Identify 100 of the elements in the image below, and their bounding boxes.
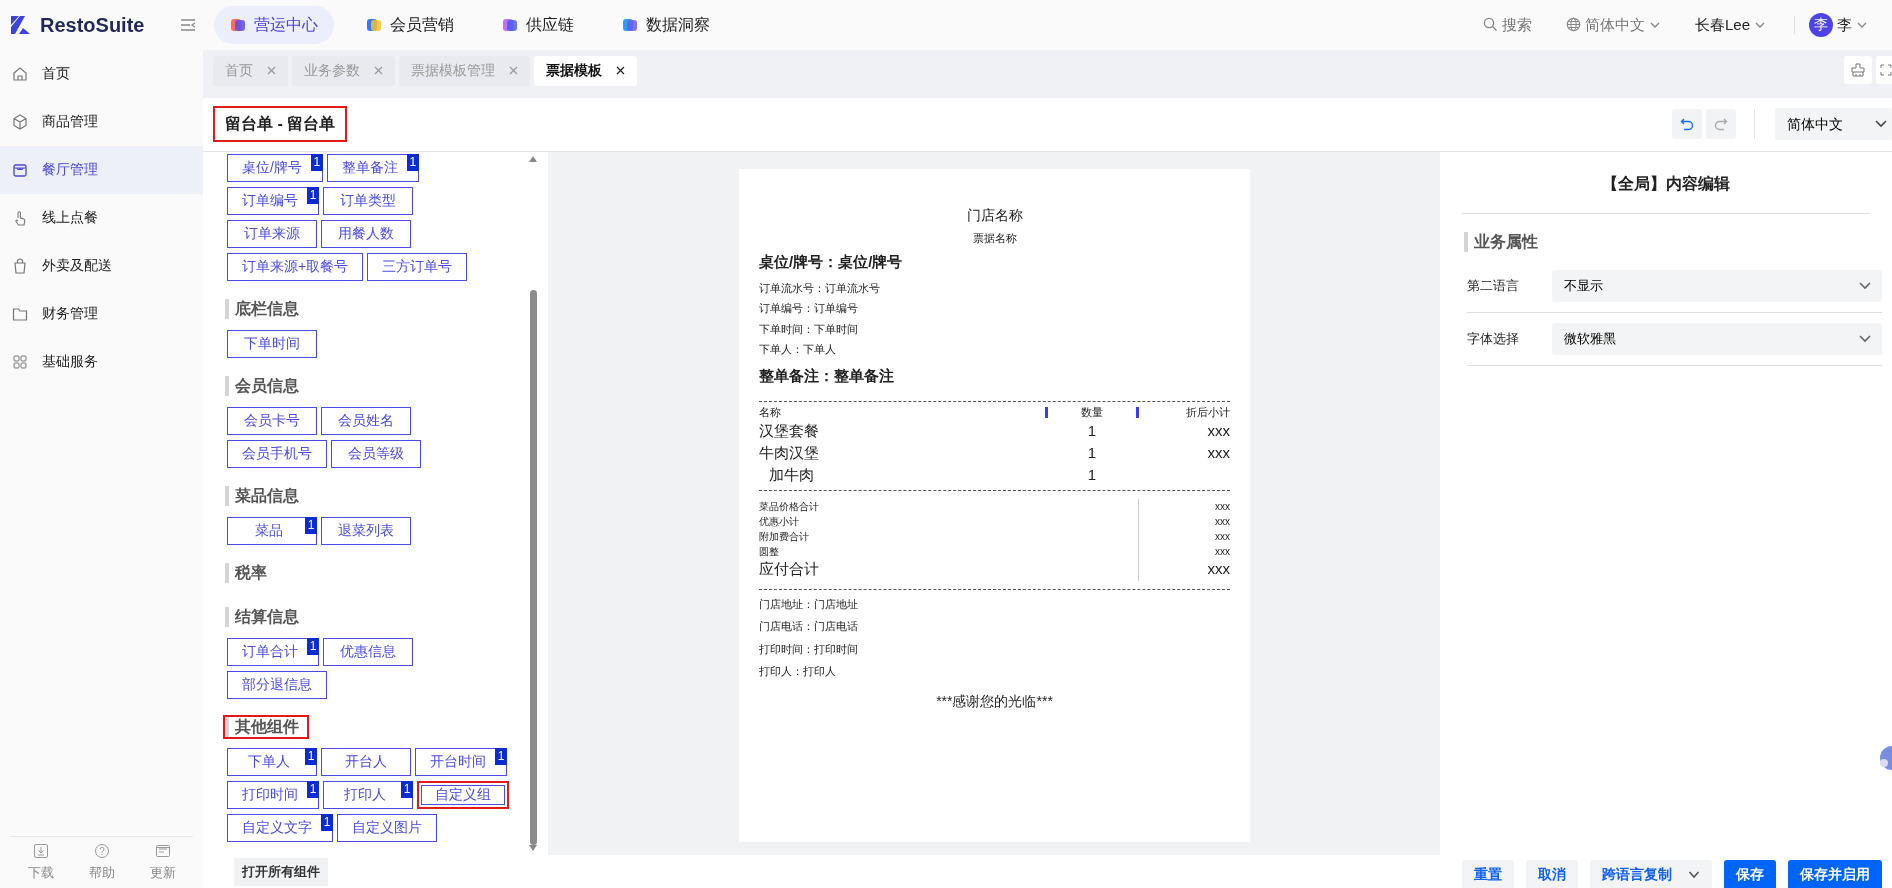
total-label: 附加费合计 xyxy=(759,529,810,544)
store-icon xyxy=(12,161,28,178)
sidebar-item[interactable]: 线上点餐 xyxy=(0,193,203,242)
component-chip[interactable]: 会员手机号 xyxy=(227,439,327,468)
nav-tab[interactable]: 会员营销 xyxy=(350,5,470,44)
component-chip[interactable]: 订单编号 1 xyxy=(227,186,319,215)
component-chip[interactable]: 打印人 1 xyxy=(323,780,413,809)
component-chip[interactable]: 订单类型 xyxy=(323,186,413,215)
action-button[interactable]: 保存 xyxy=(1724,859,1776,888)
select-field[interactable]: 不显示 xyxy=(1552,269,1882,302)
action-button[interactable]: 跨语言复制 xyxy=(1590,859,1712,888)
component-chip[interactable]: 桌位/牌号 1 xyxy=(227,153,323,182)
receipt-name: 票据名称 xyxy=(971,230,1018,246)
redo-button[interactable] xyxy=(1706,109,1736,140)
field-label: 字体选择 xyxy=(1467,329,1520,348)
component-chip[interactable]: 用餐人数 xyxy=(321,219,411,248)
component-chip[interactable]: 下单时间 xyxy=(227,329,317,358)
section-heading: 税率 xyxy=(223,560,277,585)
logo-text: RestoSuite xyxy=(40,12,145,38)
sidebar-footer-button[interactable]: 帮助 xyxy=(82,841,121,884)
broom-icon xyxy=(1851,62,1865,77)
sidebar-item[interactable]: 财务管理 xyxy=(0,289,203,338)
action-button[interactable]: 保存并启用 xyxy=(1788,859,1882,888)
sidebar-item[interactable]: 外卖及配送 xyxy=(0,241,203,290)
item-quantity: 1 xyxy=(1086,443,1098,464)
component-chip[interactable]: 开台人 xyxy=(321,747,411,776)
chevron-down-icon xyxy=(1874,119,1888,130)
component-chip[interactable]: 退菜列表 xyxy=(321,516,411,545)
store-name: 门店名称 xyxy=(965,205,1024,225)
sidebar-item[interactable]: 基础服务 xyxy=(0,337,203,386)
store-dropdown[interactable]: 长春Lee xyxy=(1688,12,1772,38)
count-badge: 1 xyxy=(321,813,333,831)
sidebar-footer-button[interactable]: 更新 xyxy=(143,841,182,884)
fullscreen-button[interactable] xyxy=(1876,55,1892,84)
sidebar-item[interactable]: 首页 xyxy=(0,49,203,98)
scrollbar-thumb[interactable] xyxy=(529,289,537,845)
action-button[interactable]: 取消 xyxy=(1526,859,1578,888)
component-chip[interactable]: 菜品 1 xyxy=(227,516,317,545)
collapse-menu-icon[interactable] xyxy=(180,17,197,32)
page-tab[interactable]: 票据模板 xyxy=(534,55,637,86)
component-chip[interactable]: 开台时间 1 xyxy=(415,747,507,776)
home-icon xyxy=(12,65,28,82)
component-chip[interactable]: 订单来源 xyxy=(227,219,317,248)
clean-button[interactable] xyxy=(1844,55,1872,84)
sidebar-footer-button[interactable]: 下载 xyxy=(21,841,60,884)
column-header: 数量 xyxy=(1080,405,1104,420)
component-chip[interactable]: 订单来源+取餐号 xyxy=(227,252,364,281)
language-dropdown[interactable]: 简体中文 xyxy=(1559,12,1667,38)
component-chip[interactable]: 自定义组 xyxy=(417,780,509,809)
nav-tab[interactable]: 数据洞察 xyxy=(606,5,726,44)
column-resize-handle[interactable] xyxy=(1136,406,1139,418)
component-chip[interactable]: 打印时间 1 xyxy=(227,780,319,809)
panel-title: 【全局】内容编辑 xyxy=(1602,174,1730,192)
thank-you-text: ***感谢您的光临*** xyxy=(935,691,1054,711)
item-subtotal: xxx xyxy=(1207,422,1230,440)
column-resize-handle[interactable] xyxy=(1045,406,1048,418)
component-chip[interactable]: 订单合计 1 xyxy=(227,637,319,666)
sidebar-item[interactable]: 商品管理 xyxy=(0,97,203,146)
download-icon xyxy=(32,842,49,859)
open-all-components-button[interactable]: 打开所有组件 xyxy=(234,857,328,886)
page-title: 留台单 - 留台单 xyxy=(213,106,348,143)
assistant-mascot-icon[interactable] xyxy=(1878,743,1892,773)
nav-tab[interactable]: 供应链 xyxy=(486,5,590,44)
count-badge: 1 xyxy=(406,153,419,171)
receipt-line: 下单时间：下单时间 xyxy=(759,321,859,337)
receipt-line: 门店电话：门店电话 xyxy=(759,619,859,634)
component-chip[interactable]: 会员姓名 xyxy=(321,406,411,435)
component-chip[interactable]: 自定义图片 xyxy=(337,813,437,842)
action-button[interactable]: 重置 xyxy=(1462,859,1514,888)
select-field[interactable]: 微软雅黑 xyxy=(1552,322,1882,355)
total-value: xxx xyxy=(1207,560,1230,578)
total-label: 圆整 xyxy=(759,544,780,559)
user-menu[interactable]: 李 xyxy=(1837,12,1868,38)
language-select[interactable]: 简体中文 xyxy=(1775,108,1892,141)
component-chip[interactable]: 自定义文字 1 xyxy=(227,813,333,842)
close-icon[interactable] xyxy=(616,66,625,76)
total-value: xxx xyxy=(1215,530,1230,542)
component-chip[interactable]: 优惠信息 xyxy=(323,637,413,666)
folder-icon xyxy=(12,305,28,322)
component-chip[interactable]: 整单备注 1 xyxy=(326,153,419,182)
component-chip[interactable]: 部分退信息 xyxy=(227,670,327,699)
sidebar-item[interactable]: 餐厅管理 xyxy=(0,145,203,194)
chevron-down-icon xyxy=(1858,333,1872,344)
scroll-up-icon[interactable] xyxy=(529,155,537,162)
component-chip[interactable]: 会员等级 xyxy=(331,439,421,468)
search-button[interactable]: 搜索 xyxy=(1476,12,1538,38)
component-chip[interactable]: 会员卡号 xyxy=(227,406,317,435)
receipt-line: 打印时间：打印时间 xyxy=(759,641,859,657)
grid-icon xyxy=(12,353,28,370)
total-value: xxx xyxy=(1215,545,1230,557)
count-badge: 1 xyxy=(401,780,413,798)
undo-button[interactable] xyxy=(1672,109,1702,140)
count-badge: 1 xyxy=(495,747,507,765)
count-badge: 1 xyxy=(307,637,319,655)
cube-icon xyxy=(12,113,28,130)
component-chip[interactable]: 三方订单号 xyxy=(367,252,468,281)
component-chip[interactable]: 下单人 1 xyxy=(227,747,317,776)
nav-tab[interactable]: 营运中心 xyxy=(214,5,334,44)
section-heading: 其他组件 xyxy=(223,714,309,739)
section-heading: 菜品信息 xyxy=(223,483,309,508)
